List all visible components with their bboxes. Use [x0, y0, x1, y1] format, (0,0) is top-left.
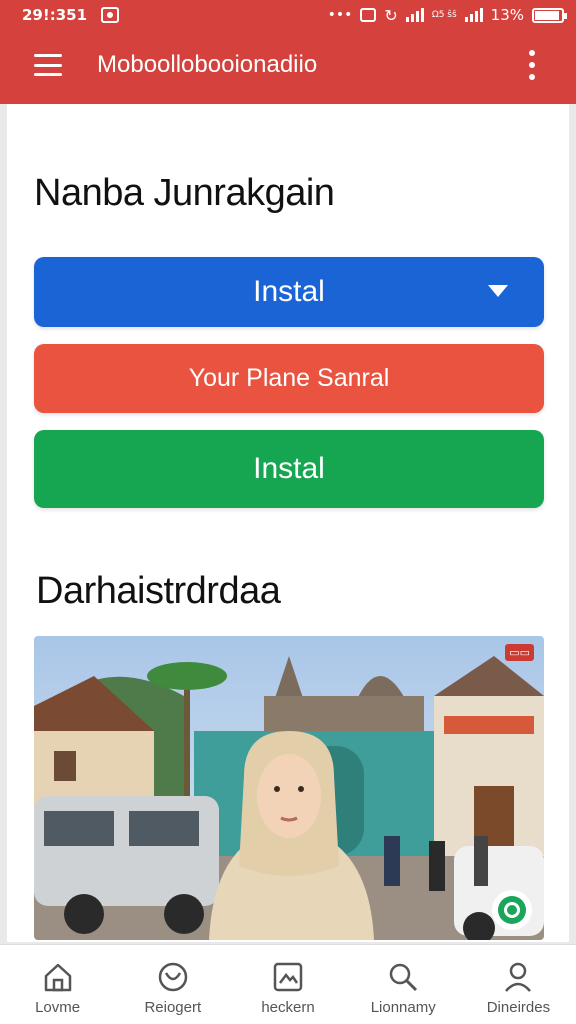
- person-icon: [505, 962, 532, 992]
- bag-icon: [158, 962, 188, 992]
- top-bar: 29!:351 ••• ↻ Ω5 ŝŝ 13% Moboollobooionad…: [0, 0, 576, 104]
- nav-label-reiogert: Reiogert: [144, 999, 202, 1016]
- nav-item-dineirdes[interactable]: Dineirdes: [461, 945, 576, 1024]
- nav-item-heckern[interactable]: heckern: [230, 945, 345, 1024]
- chevron-down-icon[interactable]: [488, 285, 508, 297]
- more-options-icon[interactable]: [526, 50, 538, 80]
- search-icon: [389, 963, 418, 992]
- install-button[interactable]: Instal: [34, 257, 544, 327]
- section-heading-2: Darhaistrdrdaa: [36, 570, 281, 612]
- section-heading-1: Nanba Junrakgain: [34, 172, 335, 214]
- install-button-secondary[interactable]: Instal: [34, 430, 544, 508]
- home-icon: [44, 963, 71, 992]
- nav-label-home: Lovme: [35, 999, 81, 1016]
- your-plane-button[interactable]: Your Plane Sanral: [34, 344, 544, 413]
- your-plane-button-label: Your Plane Sanral: [188, 364, 390, 392]
- app-bar: Moboollobooionadiio: [0, 30, 576, 104]
- bottom-navigation: Lovme Reiogert heckern Lionnamy Dineirde…: [0, 944, 576, 1024]
- battery-icon: [532, 7, 567, 23]
- nav-label-heckern: heckern: [261, 999, 315, 1016]
- install-button-secondary-label: Instal: [253, 452, 325, 485]
- menu-icon[interactable]: [34, 54, 62, 76]
- app-title: Moboollobooionadiio: [97, 51, 318, 78]
- camera-icon: [360, 8, 377, 22]
- nav-item-home[interactable]: Lovme: [0, 945, 115, 1024]
- nav-label-dineirdes: Dineirdes: [486, 999, 551, 1016]
- dots-icon: •••: [327, 7, 353, 23]
- nav-label-lionnamy: Lionnamy: [370, 999, 436, 1016]
- photo-illustration: [34, 636, 544, 940]
- notification-icon: [101, 7, 120, 23]
- content-card: Nanba Junrakgain Instal Your Plane Sanra…: [7, 104, 569, 942]
- feature-photo[interactable]: ▭▭: [34, 636, 544, 940]
- signal-icon: [405, 8, 424, 22]
- signal-icon-2: [464, 8, 483, 22]
- media-badge-icon: ▭▭: [505, 644, 534, 661]
- status-bar: 29!:351 ••• ↻ Ω5 ŝŝ 13%: [0, 0, 576, 30]
- nav-item-reiogert[interactable]: Reiogert: [115, 945, 230, 1024]
- status-time: 29!:351: [22, 6, 88, 24]
- image-icon: [273, 962, 303, 992]
- battery-percent: 13%: [490, 6, 524, 24]
- camera-fab-icon[interactable]: [492, 890, 532, 930]
- nav-item-lionnamy[interactable]: Lionnamy: [346, 945, 461, 1024]
- install-button-label: Instal: [253, 275, 325, 308]
- network-mini-text: Ω5 ŝŝ: [431, 9, 457, 20]
- sync-icon: ↻: [384, 5, 398, 25]
